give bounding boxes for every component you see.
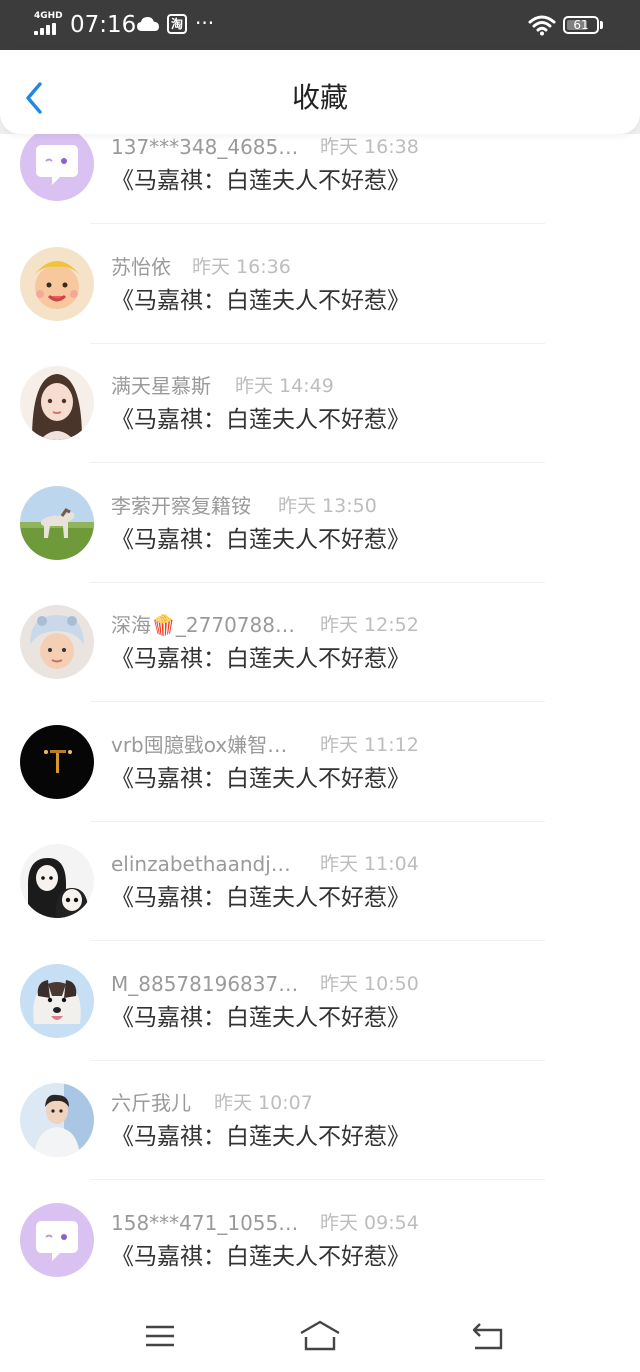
favorite-content: 《马嘉祺：白莲夫人不好惹》 bbox=[111, 407, 410, 433]
favorite-content: 《马嘉祺：白莲夫人不好惹》 bbox=[111, 1124, 410, 1150]
taobao-icon: 淘 bbox=[167, 14, 187, 34]
timestamp: 昨天 11:12 bbox=[320, 734, 419, 756]
system-navigation-bar bbox=[0, 1300, 640, 1372]
list-item[interactable]: elinzabethaandj… 昨天 11:04 《马嘉祺：白莲夫人不好惹》 bbox=[0, 817, 640, 941]
username: 137***348_4685… bbox=[111, 135, 299, 159]
timestamp: 昨天 10:50 bbox=[320, 973, 419, 995]
avatar[interactable] bbox=[20, 366, 94, 440]
menu-icon[interactable] bbox=[136, 1318, 184, 1354]
avatar[interactable] bbox=[20, 247, 94, 321]
chevron-left-icon bbox=[26, 82, 42, 114]
username: elinzabethaandj… bbox=[111, 852, 291, 876]
favorite-content: 《马嘉祺：白莲夫人不好惹》 bbox=[111, 766, 410, 792]
timestamp: 昨天 16:36 bbox=[192, 256, 291, 278]
favorite-content: 《马嘉祺：白莲夫人不好惹》 bbox=[111, 288, 410, 314]
timestamp: 昨天 12:52 bbox=[320, 614, 419, 636]
username: 158***471_1055… bbox=[111, 1211, 299, 1235]
back-icon[interactable] bbox=[464, 1318, 512, 1354]
horse-landscape-avatar bbox=[20, 486, 94, 560]
avatar[interactable] bbox=[20, 1083, 94, 1157]
username: 苏怡依 bbox=[111, 255, 171, 279]
timestamp: 昨天 11:04 bbox=[320, 853, 419, 875]
illustrated-girl-avatar bbox=[20, 366, 94, 440]
username: 深海🍿_2770788… bbox=[111, 613, 295, 637]
network-type-label: 4GHD bbox=[34, 11, 63, 21]
list-item[interactable]: 苏怡依 昨天 16:36 《马嘉祺：白莲夫人不好惹》 bbox=[0, 220, 640, 344]
timestamp: 昨天 16:38 bbox=[320, 136, 419, 158]
avatar[interactable] bbox=[20, 127, 94, 201]
person-photo-avatar bbox=[20, 1083, 94, 1157]
username: 满天星慕斯 bbox=[111, 374, 211, 398]
avatar[interactable] bbox=[20, 1203, 94, 1277]
favorite-content: 《马嘉祺：白莲夫人不好惹》 bbox=[111, 527, 410, 553]
favorite-content: 《马嘉祺：白莲夫人不好惹》 bbox=[111, 168, 410, 194]
username: 六斤我儿 bbox=[111, 1091, 191, 1115]
list-item[interactable]: 李萦开察复籍铵 昨天 13:50 《马嘉祺：白莲夫人不好惹》 bbox=[0, 459, 640, 583]
timestamp: 昨天 13:50 bbox=[278, 495, 377, 517]
dark-lights-avatar bbox=[20, 725, 94, 799]
cloud-icon bbox=[136, 14, 160, 34]
more-notifications-icon: ··· bbox=[195, 11, 215, 35]
timestamp: 昨天 14:49 bbox=[235, 375, 334, 397]
avatar[interactable] bbox=[20, 844, 94, 918]
signal-icon: 4GHD bbox=[34, 11, 64, 37]
status-bar: 4GHD 07:16 淘 ··· 61 bbox=[0, 0, 640, 50]
battery-level: 61 bbox=[573, 18, 589, 32]
list-item[interactable]: 满天星慕斯 昨天 14:49 《马嘉祺：白莲夫人不好惹》 bbox=[0, 339, 640, 463]
avatar[interactable] bbox=[20, 605, 94, 679]
list-item[interactable]: 158***471_1055… 昨天 09:54 《马嘉祺：白莲夫人不好惹》 bbox=[0, 1176, 640, 1295]
anime-characters-avatar bbox=[20, 844, 94, 918]
favorite-content: 《马嘉祺：白莲夫人不好惹》 bbox=[111, 885, 410, 911]
favorite-content: 《马嘉祺：白莲夫人不好惹》 bbox=[111, 1005, 410, 1031]
back-button[interactable] bbox=[18, 78, 52, 118]
avatar[interactable] bbox=[20, 486, 94, 560]
default-chat-avatar bbox=[20, 1203, 94, 1277]
timestamp: 昨天 09:54 bbox=[320, 1212, 419, 1234]
list-item[interactable]: 深海🍿_2770788… 昨天 12:52 《马嘉祺：白莲夫人不好惹》 bbox=[0, 578, 640, 702]
timestamp: 昨天 10:07 bbox=[214, 1092, 313, 1114]
avatar[interactable] bbox=[20, 964, 94, 1038]
favorite-content: 《马嘉祺：白莲夫人不好惹》 bbox=[111, 646, 410, 672]
battery-icon: 61 bbox=[563, 16, 599, 34]
wifi-icon bbox=[528, 14, 556, 36]
list-item[interactable]: 六斤我儿 昨天 10:07 《马嘉祺：白莲夫人不好惹》 bbox=[0, 1056, 640, 1180]
favorite-content: 《马嘉祺：白莲夫人不好惹》 bbox=[111, 1244, 410, 1270]
list-item[interactable]: M_88578196837… 昨天 10:50 《马嘉祺：白莲夫人不好惹》 bbox=[0, 937, 640, 1061]
dog-photo-avatar bbox=[20, 964, 94, 1038]
status-time: 07:16 bbox=[70, 12, 137, 38]
navigation-header: 收藏 bbox=[0, 50, 640, 134]
child-costume-avatar bbox=[20, 605, 94, 679]
home-icon[interactable] bbox=[296, 1318, 344, 1354]
default-chat-avatar bbox=[20, 127, 94, 201]
username: 李萦开察复籍铵 bbox=[111, 494, 251, 518]
username: vrb囤臆戥ox嫌智… bbox=[111, 733, 288, 757]
avatar[interactable] bbox=[20, 725, 94, 799]
list-item[interactable]: vrb囤臆戥ox嫌智… 昨天 11:12 《马嘉祺：白莲夫人不好惹》 bbox=[0, 698, 640, 822]
child-photo-avatar bbox=[20, 247, 94, 321]
page-title: 收藏 bbox=[291, 81, 348, 114]
username: M_88578196837… bbox=[111, 972, 299, 996]
